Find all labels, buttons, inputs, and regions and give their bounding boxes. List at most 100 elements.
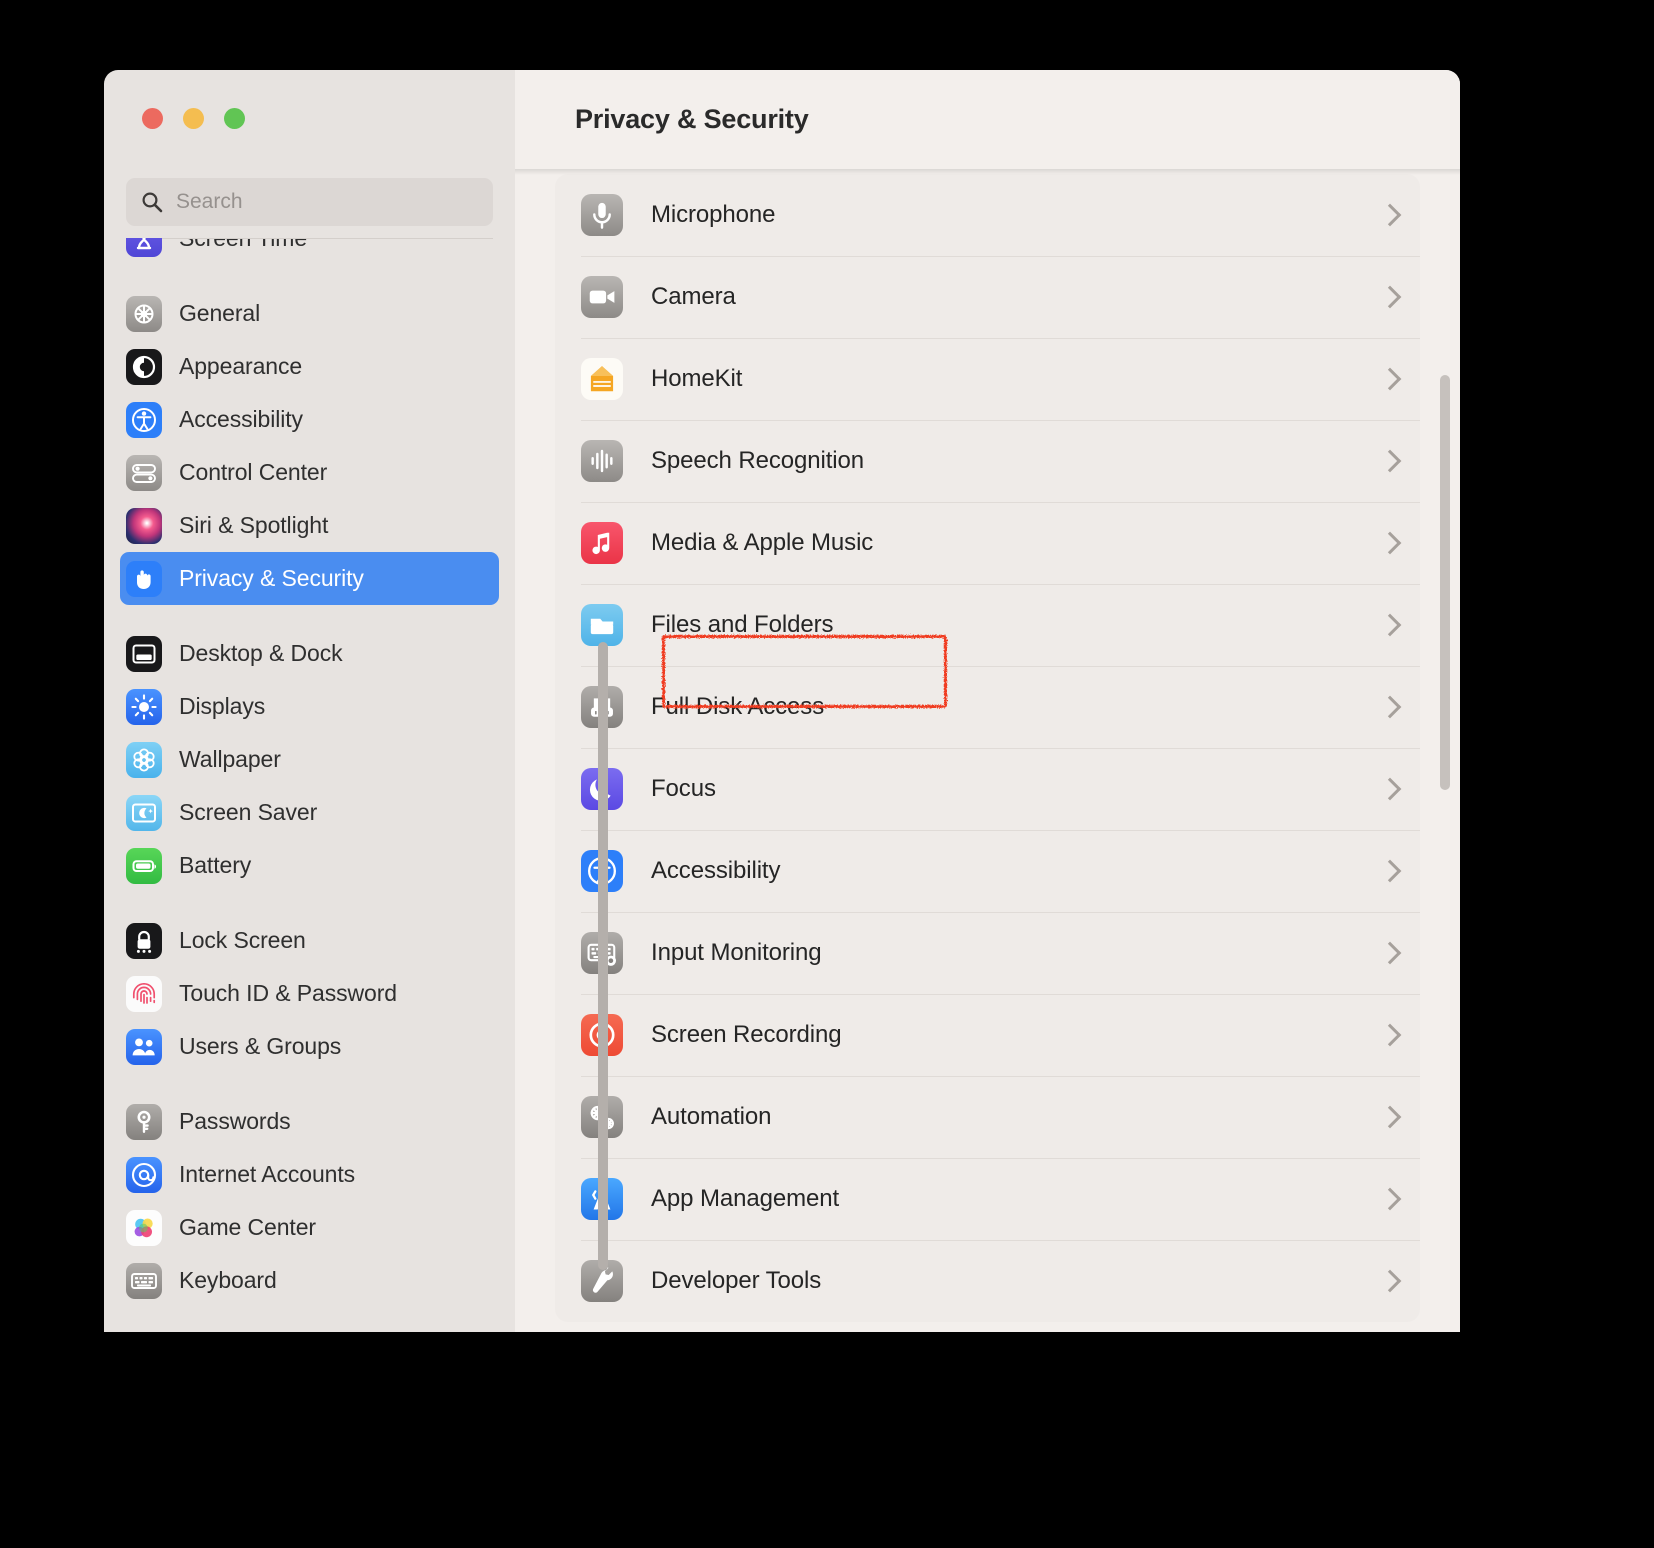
search-field[interactable]: [126, 178, 493, 226]
keyboard-icon: [126, 1262, 162, 1299]
appearance-icon: [126, 348, 162, 385]
privacy-permissions-list: Microphone Camera HomeKit Speech Recognitio…: [555, 174, 1420, 1322]
permission-row-speech-recognition[interactable]: Speech Recognition: [555, 420, 1420, 502]
chevron-right-icon[interactable]: [1378, 695, 1402, 719]
sidebar-item-keyboard[interactable]: Keyboard: [120, 1254, 499, 1307]
media-apple-music-icon: [581, 522, 623, 564]
permission-row-camera[interactable]: Camera: [555, 256, 1420, 338]
permission-row-accessibility[interactable]: Accessibility: [555, 830, 1420, 912]
sidebar-item-label: Battery: [179, 852, 252, 878]
sidebar-item-siri-spotlight[interactable]: Siri & Spotlight: [120, 499, 499, 552]
sidebar-item-accessibility[interactable]: Accessibility: [120, 393, 499, 446]
chevron-right-icon[interactable]: [1378, 1269, 1402, 1293]
sidebar-scroll-area[interactable]: Screen Time General Appearance Accessibilit…: [104, 238, 515, 1332]
sidebar-item-desktop-dock[interactable]: Desktop & Dock: [120, 627, 499, 680]
sidebar-item-control-center[interactable]: Control Center: [120, 446, 499, 499]
sidebar-item-label: Desktop & Dock: [179, 640, 343, 666]
sidebar-item-users-groups[interactable]: Users & Groups: [120, 1020, 499, 1073]
minimize-button[interactable]: [183, 108, 204, 129]
control-center-icon: [126, 454, 162, 491]
sidebar-item-wallpaper[interactable]: Wallpaper: [120, 733, 499, 786]
sidebar-item-label: Privacy & Security: [179, 565, 364, 591]
desktop-dock-icon: [126, 635, 162, 672]
permission-row-label: Focus: [651, 775, 716, 802]
sidebar-item-displays[interactable]: Displays: [120, 680, 499, 733]
sidebar-item-appearance[interactable]: Appearance: [120, 340, 499, 393]
files-and-folders-icon: [581, 604, 623, 646]
permission-row-label: Screen Recording: [651, 1021, 842, 1048]
search-input[interactable]: [176, 190, 479, 214]
chevron-right-icon[interactable]: [1378, 203, 1402, 227]
permission-row-label: Full Disk Access: [651, 693, 825, 720]
sidebar-item-screen-time[interactable]: Screen Time: [120, 238, 499, 265]
screen-saver-icon: [126, 794, 162, 831]
displays-icon: [126, 688, 162, 725]
permission-row-label: Media & Apple Music: [651, 529, 874, 556]
permission-row-label: Accessibility: [651, 857, 781, 884]
system-settings-window: Screen Time General Appearance Accessibilit…: [104, 70, 1460, 1332]
sidebar-item-label: Internet Accounts: [179, 1161, 356, 1187]
permission-row-app-management[interactable]: App Management: [555, 1158, 1420, 1240]
privacy-hand-icon: [126, 560, 162, 597]
permission-row-full-disk-access[interactable]: Full Disk Access: [555, 666, 1420, 748]
sidebar-item-lock-screen[interactable]: Lock Screen: [120, 914, 499, 967]
sidebar-group-separator: [104, 605, 515, 627]
sidebar-item-label: Accessibility: [179, 406, 303, 432]
lock-screen-icon: [126, 922, 162, 959]
chevron-right-icon[interactable]: [1378, 449, 1402, 473]
main-panel: Privacy & Security Microphone Camera HomeK…: [515, 70, 1460, 1332]
chevron-right-icon[interactable]: [1378, 941, 1402, 965]
internet-accounts-icon: [126, 1156, 162, 1193]
chevron-right-icon[interactable]: [1378, 1105, 1402, 1129]
permission-row-automation[interactable]: Automation: [555, 1076, 1420, 1158]
permission-row-screen-recording[interactable]: Screen Recording: [555, 994, 1420, 1076]
sidebar-item-general[interactable]: General: [120, 287, 499, 340]
permission-row-label: Camera: [651, 283, 736, 310]
touch-id-icon: [126, 975, 162, 1012]
permission-row-media-apple-music[interactable]: Media & Apple Music: [555, 502, 1420, 584]
permission-row-label: Automation: [651, 1103, 772, 1130]
permission-row-input-monitoring[interactable]: Input Monitoring: [555, 912, 1420, 994]
chevron-right-icon[interactable]: [1378, 531, 1402, 555]
main-scrollbar[interactable]: [1440, 375, 1450, 790]
permission-row-label: Microphone: [651, 201, 776, 228]
game-center-icon: [126, 1209, 162, 1246]
permission-row-developer-tools[interactable]: Developer Tools: [555, 1240, 1420, 1322]
chevron-right-icon[interactable]: [1378, 613, 1402, 637]
permission-row-label: App Management: [651, 1185, 840, 1212]
sidebar-item-touch-id-password[interactable]: Touch ID & Password: [120, 967, 499, 1020]
sidebar-item-label: Game Center: [179, 1214, 316, 1240]
sidebar-item-passwords[interactable]: Passwords: [120, 1095, 499, 1148]
page-title: Privacy & Security: [575, 104, 809, 134]
permission-row-label: HomeKit: [651, 365, 743, 392]
chevron-right-icon[interactable]: [1378, 367, 1402, 391]
zoom-button[interactable]: [224, 108, 245, 129]
accessibility-icon: [126, 401, 162, 438]
chevron-right-icon[interactable]: [1378, 1023, 1402, 1047]
chevron-right-icon[interactable]: [1378, 285, 1402, 309]
chevron-right-icon[interactable]: [1378, 777, 1402, 801]
users-groups-icon: [126, 1028, 162, 1065]
chevron-right-icon[interactable]: [1378, 859, 1402, 883]
sidebar-scrollbar[interactable]: [598, 642, 608, 1270]
sidebar-item-screen-saver[interactable]: Screen Saver: [120, 786, 499, 839]
permission-row-focus[interactable]: Focus: [555, 748, 1420, 830]
sidebar-item-label: Displays: [179, 693, 266, 719]
screen-time-icon: [126, 238, 162, 257]
sidebar-item-label: Appearance: [179, 353, 303, 379]
chevron-right-icon[interactable]: [1378, 1187, 1402, 1211]
permission-row-files-and-folders[interactable]: Files and Folders: [555, 584, 1420, 666]
sidebar-item-label: Wallpaper: [179, 746, 281, 772]
main-scroll-area[interactable]: Microphone Camera HomeKit Speech Recognitio…: [515, 169, 1460, 1332]
permission-row-homekit[interactable]: HomeKit: [555, 338, 1420, 420]
close-button[interactable]: [142, 108, 163, 129]
permission-row-microphone[interactable]: Microphone: [555, 174, 1420, 256]
general-gear-icon: [126, 295, 162, 332]
sidebar-item-privacy-security[interactable]: Privacy & Security: [120, 552, 499, 605]
sidebar-item-game-center[interactable]: Game Center: [120, 1201, 499, 1254]
sidebar-item-battery[interactable]: Battery: [120, 839, 499, 892]
sidebar-item-label: Screen Time: [179, 238, 308, 251]
speech-recognition-icon: [581, 440, 623, 482]
sidebar-item-internet-accounts[interactable]: Internet Accounts: [120, 1148, 499, 1201]
sidebar: Screen Time General Appearance Accessibilit…: [104, 70, 608, 1332]
